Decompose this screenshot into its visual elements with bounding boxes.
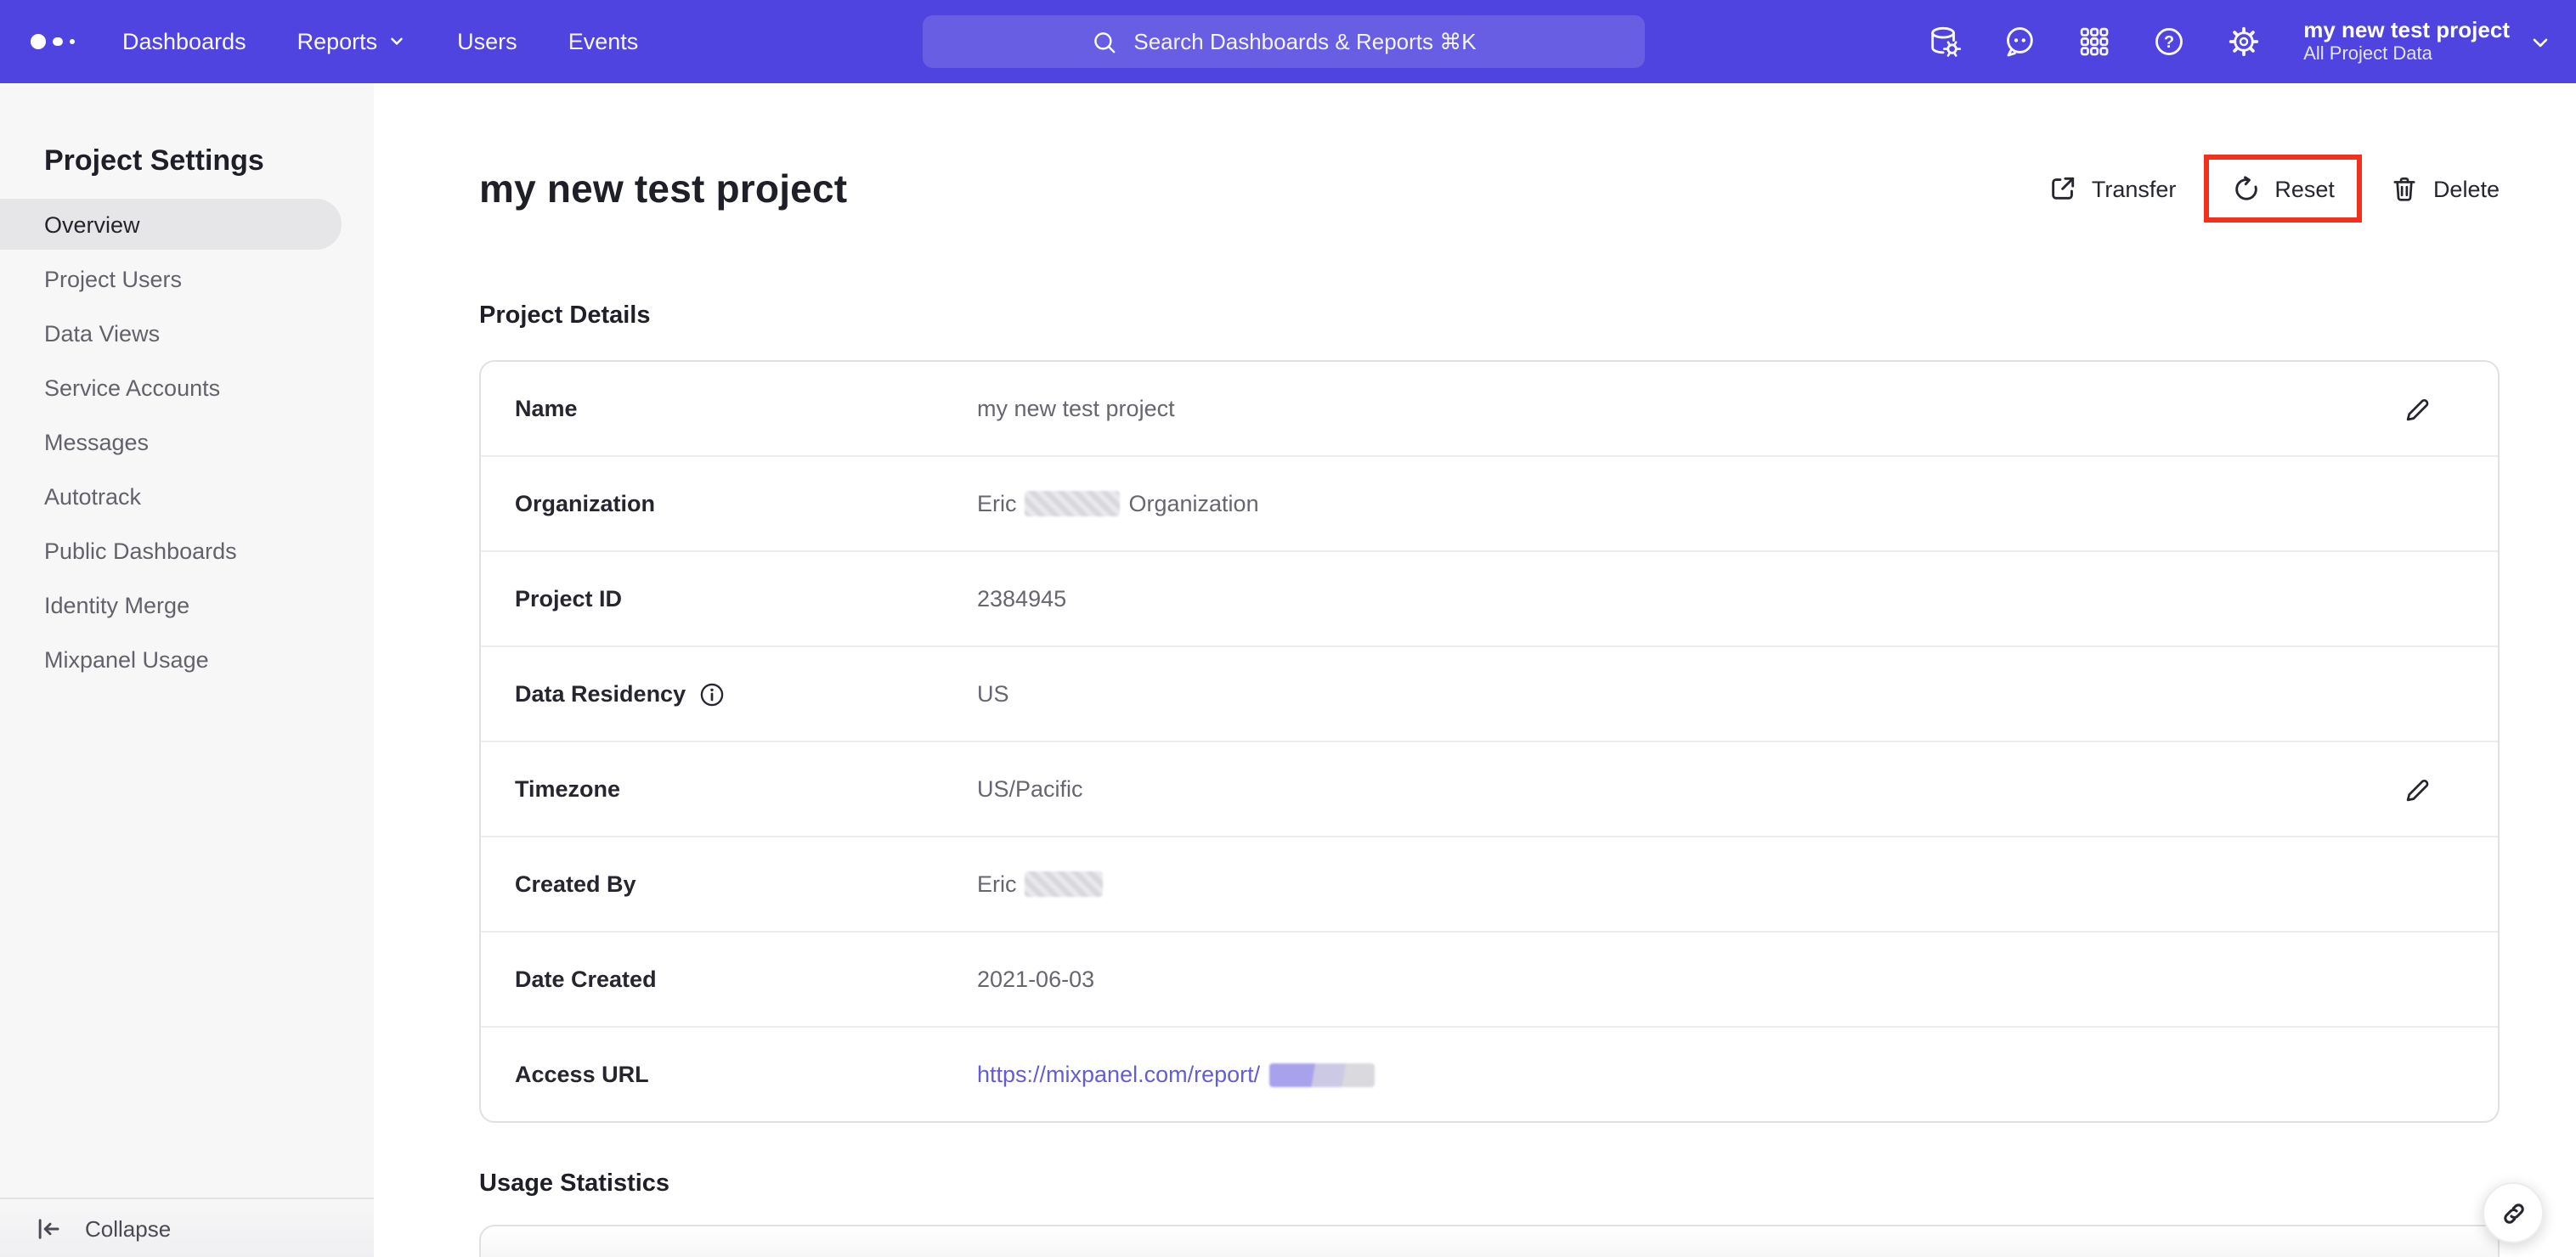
pencil-icon xyxy=(2406,779,2429,801)
trash-icon xyxy=(2393,177,2415,201)
help-icon[interactable]: ? xyxy=(2150,24,2186,59)
detail-row-timezone: Timezone US/Pacific xyxy=(481,741,2498,836)
collapse-label: Collapse xyxy=(85,1215,172,1241)
page-header: my new test project Transfer Reset Delet… xyxy=(479,155,2500,223)
annotation-highlight-box: Reset xyxy=(2203,155,2362,223)
detail-value: Eric Organization xyxy=(977,491,1259,516)
sidebar-item-public-dashboards[interactable]: Public Dashboards xyxy=(0,525,374,576)
detail-value: US xyxy=(977,681,1009,707)
detail-label: Date Created xyxy=(515,967,657,992)
search-placeholder: Search Dashboards & Reports ⌘K xyxy=(1133,28,1477,54)
sidebar-item-identity-merge[interactable]: Identity Merge xyxy=(0,579,374,630)
detail-row-access-url: Access URL https://mixpanel.com/report/ xyxy=(481,1026,2498,1121)
link-icon xyxy=(2503,1203,2523,1223)
svg-text:?: ? xyxy=(2163,33,2173,52)
detail-label: Organization xyxy=(515,491,656,516)
redacted-text xyxy=(1025,871,1104,897)
sidebar-item-project-users[interactable]: Project Users xyxy=(0,253,374,304)
detail-row-date-created: Date Created 2021-06-03 xyxy=(481,931,2498,1026)
collapse-icon xyxy=(38,1218,59,1238)
sidebar-nav: Overview Project Users Data Views Servic… xyxy=(0,199,374,685)
reset-label: Reset xyxy=(2274,176,2335,201)
edit-timezone-button[interactable] xyxy=(2403,774,2433,804)
redacted-text xyxy=(1025,491,1121,516)
navbar-right-cluster: ? my new test project All Project Data xyxy=(1926,0,2552,83)
detail-label: Data Residency xyxy=(515,680,977,707)
sidebar-item-data-views[interactable]: Data Views xyxy=(0,307,374,358)
org-suffix: Organization xyxy=(1128,491,1259,516)
data-residency-label: Data Residency xyxy=(515,681,686,707)
sidebar-title: Project Settings xyxy=(44,144,264,177)
detail-value: https://mixpanel.com/report/ xyxy=(977,1062,1375,1087)
nav-dashboards[interactable]: Dashboards xyxy=(122,29,246,54)
usage-statistics-heading: Usage Statistics xyxy=(479,1170,670,1198)
detail-label: Project ID xyxy=(515,586,623,612)
project-actions: Transfer Reset Delete xyxy=(2048,155,2500,223)
sidebar-item-autotrack[interactable]: Autotrack xyxy=(0,471,374,521)
page-title: my new test project xyxy=(479,166,848,210)
detail-row-project-id: Project ID 2384945 xyxy=(481,550,2498,645)
detail-row-name: Name my new test project xyxy=(481,362,2498,455)
nav-events[interactable]: Events xyxy=(568,29,639,54)
mixpanel-logo-icon[interactable] xyxy=(31,34,85,49)
detail-label: Access URL xyxy=(515,1062,649,1087)
sidebar-item-overview[interactable]: Overview xyxy=(0,199,342,250)
creator-prefix: Eric xyxy=(977,871,1017,897)
reset-icon xyxy=(2234,176,2257,200)
delete-label: Delete xyxy=(2432,176,2500,201)
data-management-icon[interactable] xyxy=(1926,24,1962,59)
nav-reports-label: Reports xyxy=(297,29,378,54)
info-icon[interactable] xyxy=(698,680,725,707)
detail-value: 2384945 xyxy=(977,586,1067,612)
sidebar-item-service-accounts[interactable]: Service Accounts xyxy=(0,362,374,413)
main-content: my new test project Transfer Reset Delet… xyxy=(374,83,2576,1257)
detail-value: Eric xyxy=(977,871,1104,897)
transfer-button[interactable]: Transfer xyxy=(2048,173,2177,204)
feedback-bubble-icon[interactable] xyxy=(2001,24,2037,59)
pencil-icon xyxy=(2406,398,2429,420)
redacted-text xyxy=(1268,1063,1375,1086)
sidebar-item-mixpanel-usage[interactable]: Mixpanel Usage xyxy=(0,634,374,685)
sidebar-item-messages[interactable]: Messages xyxy=(0,416,374,467)
detail-value: my new test project xyxy=(977,396,1175,421)
project-details-heading: Project Details xyxy=(479,302,651,330)
chevron-down-icon xyxy=(391,37,403,45)
usage-statistics-card xyxy=(479,1225,2500,1257)
detail-value: US/Pacific xyxy=(977,776,1083,802)
delete-button[interactable]: Delete xyxy=(2389,173,2500,204)
project-switcher[interactable]: my new test project All Project Data xyxy=(2303,17,2552,66)
detail-row-created-by: Created By Eric xyxy=(481,836,2498,931)
access-url-link[interactable]: https://mixpanel.com/report/ xyxy=(977,1062,1260,1087)
current-project-scope: All Project Data xyxy=(2303,44,2432,65)
detail-label: Timezone xyxy=(515,776,621,802)
detail-label: Name xyxy=(515,396,578,421)
transfer-icon xyxy=(2052,177,2074,200)
edit-name-button[interactable] xyxy=(2403,393,2433,424)
nav-reports[interactable]: Reports xyxy=(297,29,407,54)
nav-users[interactable]: Users xyxy=(457,29,517,54)
apps-grid-icon[interactable] xyxy=(2076,24,2111,59)
settings-sidebar: Project Settings Overview Project Users … xyxy=(0,83,374,1257)
detail-row-organization: Organization Eric Organization xyxy=(481,455,2498,550)
transfer-label: Transfer xyxy=(2091,176,2177,201)
detail-row-data-residency: Data Residency US xyxy=(481,645,2498,741)
detail-value: 2021-06-03 xyxy=(977,967,1095,992)
search-icon xyxy=(1094,31,1116,53)
reset-button[interactable]: Reset xyxy=(2230,173,2335,204)
search-input[interactable]: Search Dashboards & Reports ⌘K xyxy=(923,15,1645,68)
chevron-down-icon xyxy=(2533,37,2548,47)
share-link-button[interactable] xyxy=(2483,1182,2544,1243)
org-prefix: Eric xyxy=(977,491,1017,516)
settings-gear-icon[interactable] xyxy=(2225,24,2261,59)
detail-label: Created By xyxy=(515,871,636,897)
app-root: Dashboards Reports Users Events Search D… xyxy=(0,0,2576,1257)
top-navbar: Dashboards Reports Users Events Search D… xyxy=(0,0,2576,83)
project-details-table: Name my new test project Organization Er… xyxy=(479,360,2500,1123)
primary-nav: Dashboards Reports Users Events xyxy=(122,29,638,54)
project-switcher-text: my new test project All Project Data xyxy=(2303,17,2510,66)
collapse-sidebar-button[interactable]: Collapse xyxy=(0,1198,374,1257)
current-project-name: my new test project xyxy=(2303,17,2510,42)
